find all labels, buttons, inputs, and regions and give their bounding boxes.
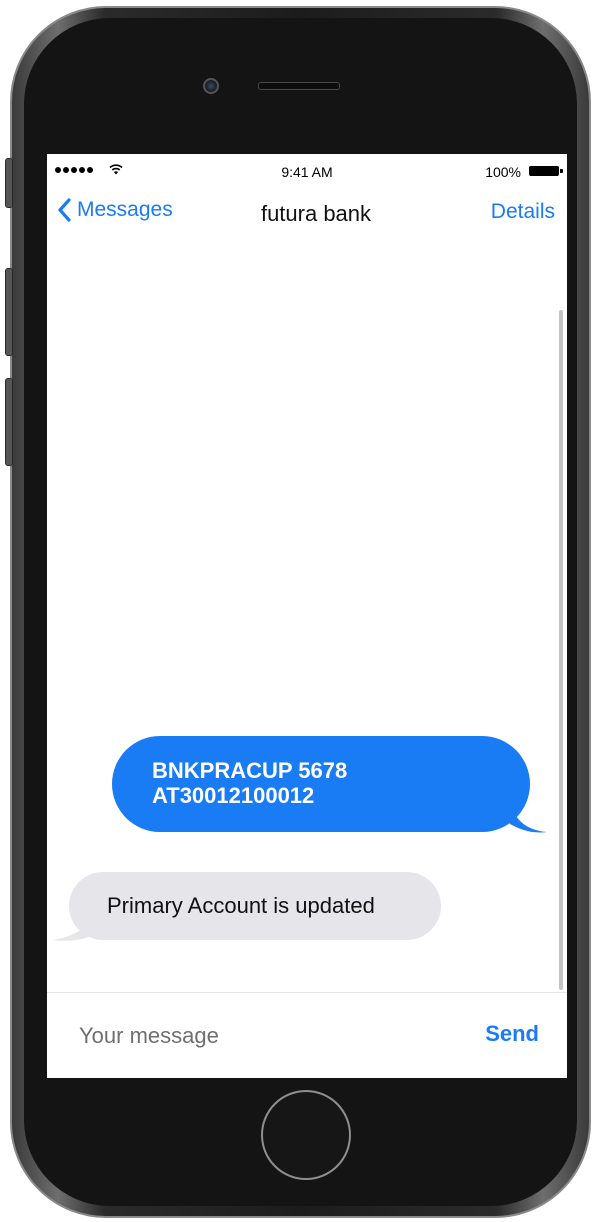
earpiece-speaker [258,82,340,90]
details-button[interactable]: Details [491,200,555,224]
incoming-message-bubble[interactable]: Primary Account is updated [69,872,441,940]
battery-icon [529,166,563,176]
chevron-left-icon [58,198,71,222]
navigation-bar: Messages futura bank Details [47,190,567,244]
incoming-message-text: Primary Account is updated [107,893,375,918]
message-composer: Send [47,992,567,1078]
volume-up-button [5,268,13,356]
message-input[interactable] [77,1015,421,1057]
send-button[interactable]: Send [485,1021,539,1047]
battery-percentage: 100% [485,164,521,180]
mute-switch [5,158,13,208]
outgoing-message-text: BNKPRACUP 5678 AT30012100012 [152,758,348,808]
volume-down-button [5,378,13,466]
outgoing-message-bubble[interactable]: BNKPRACUP 5678 AT30012100012 [112,736,530,832]
outgoing-bubble-tail [507,792,547,833]
incoming-bubble-tail [53,908,95,941]
contact-name: futura bank [241,196,391,232]
back-to-messages-button[interactable]: Messages [57,198,173,222]
status-bar: 9:41 AM 100% [47,154,567,190]
home-button[interactable] [261,1090,351,1180]
messages-screen: 9:41 AM 100% Messages futura bank Detail… [47,154,567,1078]
back-label: Messages [77,198,173,221]
front-camera [203,78,219,94]
scrollbar[interactable] [559,310,563,990]
phone-mockup: 9:41 AM 100% Messages futura bank Detail… [0,0,595,1222]
